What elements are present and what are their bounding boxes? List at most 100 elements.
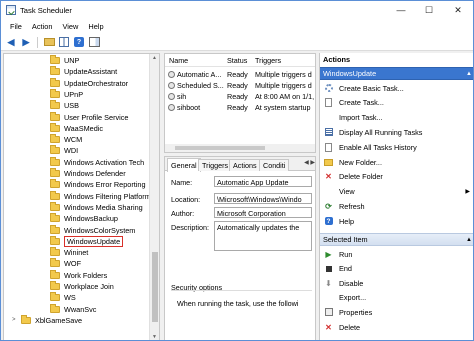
close-button[interactable]: ✕: [443, 1, 473, 19]
tree-item[interactable]: WindowsUpdate: [50, 235, 124, 247]
action-end[interactable]: End: [320, 263, 473, 275]
properties-icon: [324, 308, 333, 317]
tree-item-label: WDI: [64, 146, 79, 156]
tree-item[interactable]: WCM: [50, 134, 82, 145]
column-status[interactable]: Status: [227, 56, 247, 65]
tree-item[interactable]: UPnP: [50, 88, 84, 100]
tree-item-label: UpdateAssistant: [64, 67, 118, 77]
tab-scroll-arrows-icon[interactable]: ◀ ▶: [304, 159, 315, 166]
tree-item[interactable]: Windows Filtering Platform: [50, 190, 151, 202]
tree-item[interactable]: User Profile Service: [50, 111, 128, 123]
tree-item[interactable]: WindowsBackup: [50, 213, 118, 224]
tree-item[interactable]: Windows Error Reporting: [50, 179, 146, 190]
task-row[interactable]: sihboot Ready At system startup: [165, 102, 315, 112]
task-clock-icon: [168, 71, 175, 78]
tab-triggers[interactable]: Triggers: [198, 159, 233, 171]
tree-item-label: WS: [64, 293, 76, 303]
location-field[interactable]: \Microsoft\Windows\Windo: [214, 193, 312, 204]
action-label: Enable All Tasks History: [339, 142, 417, 152]
back-arrow-icon[interactable]: ◀: [5, 36, 17, 48]
folder-icon: [50, 55, 60, 64]
up-folder-button[interactable]: [43, 36, 55, 48]
action-refresh[interactable]: ⟳ Refresh: [320, 200, 473, 212]
menu-file[interactable]: File: [5, 22, 27, 31]
action-create-basic-task[interactable]: Create Basic Task...: [320, 82, 473, 94]
tree-item[interactable]: WS: [50, 292, 76, 303]
action-label: Refresh: [339, 201, 365, 211]
tree-item-label: Wininet: [64, 248, 89, 258]
tree-item[interactable]: WwanSvc: [50, 303, 96, 315]
tree-item[interactable]: Work Folders: [50, 269, 107, 281]
column-name[interactable]: Name: [169, 56, 188, 65]
tree-item-label: Windows Defender: [64, 169, 126, 178]
tree-item[interactable]: WDI: [50, 145, 78, 156]
tree-item[interactable]: Wininet: [50, 247, 88, 258]
action-view[interactable]: View ▶: [320, 186, 473, 198]
scroll-up-icon[interactable]: ▲: [152, 55, 157, 61]
action-create-task[interactable]: Create Task...: [320, 97, 473, 109]
tree-item[interactable]: UpdateAssistant: [50, 66, 117, 77]
action-disable[interactable]: ⬇ Disable: [320, 277, 473, 289]
actions-section-selected-item[interactable]: Selected Item ▲: [320, 233, 473, 246]
minimize-button[interactable]: —: [387, 1, 415, 19]
maximize-button[interactable]: ☐: [415, 1, 443, 19]
action-export[interactable]: Export...: [320, 292, 473, 304]
divider: [171, 290, 312, 291]
tree-item[interactable]: Windows Activation Tech: [50, 156, 145, 168]
tree-item-label: UPnP: [64, 89, 84, 99]
tab-actions[interactable]: Actions: [229, 159, 261, 171]
menu-view[interactable]: View: [57, 22, 83, 31]
tab-general[interactable]: General: [167, 158, 201, 172]
tab-conditions[interactable]: Conditi: [259, 159, 290, 171]
tree-item[interactable]: > XblGameSave: [12, 314, 82, 326]
tree-item-label: WCM: [64, 135, 83, 145]
action-display-all-running-tasks[interactable]: Display All Running Tasks: [320, 126, 473, 138]
window-controls: — ☐ ✕: [387, 1, 473, 19]
task-row[interactable]: sih Ready At 8:00 AM on 1/1,: [165, 91, 315, 101]
action-enable-all-tasks-history[interactable]: Enable All Tasks History: [320, 141, 473, 153]
action-run[interactable]: ▶ Run: [320, 248, 473, 260]
folder-icon: [50, 258, 60, 268]
action-delete[interactable]: ✕ Delete: [320, 321, 473, 333]
collapse-caret-icon[interactable]: ▲: [466, 71, 472, 77]
forward-arrow-icon[interactable]: ▶: [20, 36, 32, 48]
actions-section-windowsupdate[interactable]: WindowsUpdate ▲: [320, 67, 473, 80]
tree-item[interactable]: UNP: [50, 55, 79, 66]
action-new-folder[interactable]: New Folder...: [320, 156, 473, 168]
name-field[interactable]: Automatic App Update: [214, 176, 312, 187]
tree-item[interactable]: Workplace Join: [50, 281, 114, 292]
tree-item[interactable]: Windows Defender: [50, 168, 126, 179]
tree-vertical-scrollbar[interactable]: ▲ ▼: [149, 54, 159, 340]
author-field[interactable]: Microsoft Corporation: [214, 207, 312, 218]
action-help[interactable]: ? Help: [320, 215, 473, 227]
help-button[interactable]: ?: [73, 36, 85, 48]
menu-action[interactable]: Action: [27, 22, 58, 31]
action-import-task[interactable]: Import Task...: [320, 112, 473, 124]
tree-item[interactable]: Windows Media Sharing: [50, 201, 143, 213]
tree-item[interactable]: WOF: [50, 258, 81, 269]
tree-item[interactable]: WaaSMedic: [50, 122, 103, 134]
tree-item[interactable]: UpdateOrchestrator: [50, 77, 128, 89]
task-details: General Triggers Actions Conditi ◀ ▶ Nam…: [164, 156, 316, 340]
show-hide-action-pane-button[interactable]: [88, 36, 100, 48]
action-delete-folder[interactable]: ✕ Delete Folder: [320, 171, 473, 183]
tree-item-label: Windows Activation Tech: [64, 157, 145, 167]
column-triggers[interactable]: Triggers: [255, 56, 281, 65]
tree-item[interactable]: WindowsColorSystem: [50, 224, 135, 236]
description-field[interactable]: Automatically updates the: [214, 221, 312, 251]
scrollbar-thumb[interactable]: [175, 146, 265, 150]
expand-arrow-icon[interactable]: >: [12, 317, 20, 323]
task-list-horizontal-scrollbar[interactable]: [165, 144, 315, 152]
action-properties[interactable]: Properties: [320, 306, 473, 318]
tree-item[interactable]: USB: [50, 100, 79, 111]
scroll-down-icon[interactable]: ▼: [152, 334, 157, 340]
scrollbar-thumb[interactable]: [152, 252, 158, 322]
collapse-caret-icon[interactable]: ▲: [466, 237, 472, 243]
task-scheduler-icon: [6, 5, 16, 15]
action-label: Display All Running Tasks: [339, 127, 423, 137]
task-row[interactable]: Scheduled S... Ready Multiple triggers d: [165, 80, 315, 90]
menu-help[interactable]: Help: [83, 22, 108, 31]
show-hide-console-tree-button[interactable]: [58, 36, 70, 48]
console-tree-icon: [59, 37, 69, 47]
task-row[interactable]: Automatic A... Ready Multiple triggers d: [165, 69, 315, 79]
